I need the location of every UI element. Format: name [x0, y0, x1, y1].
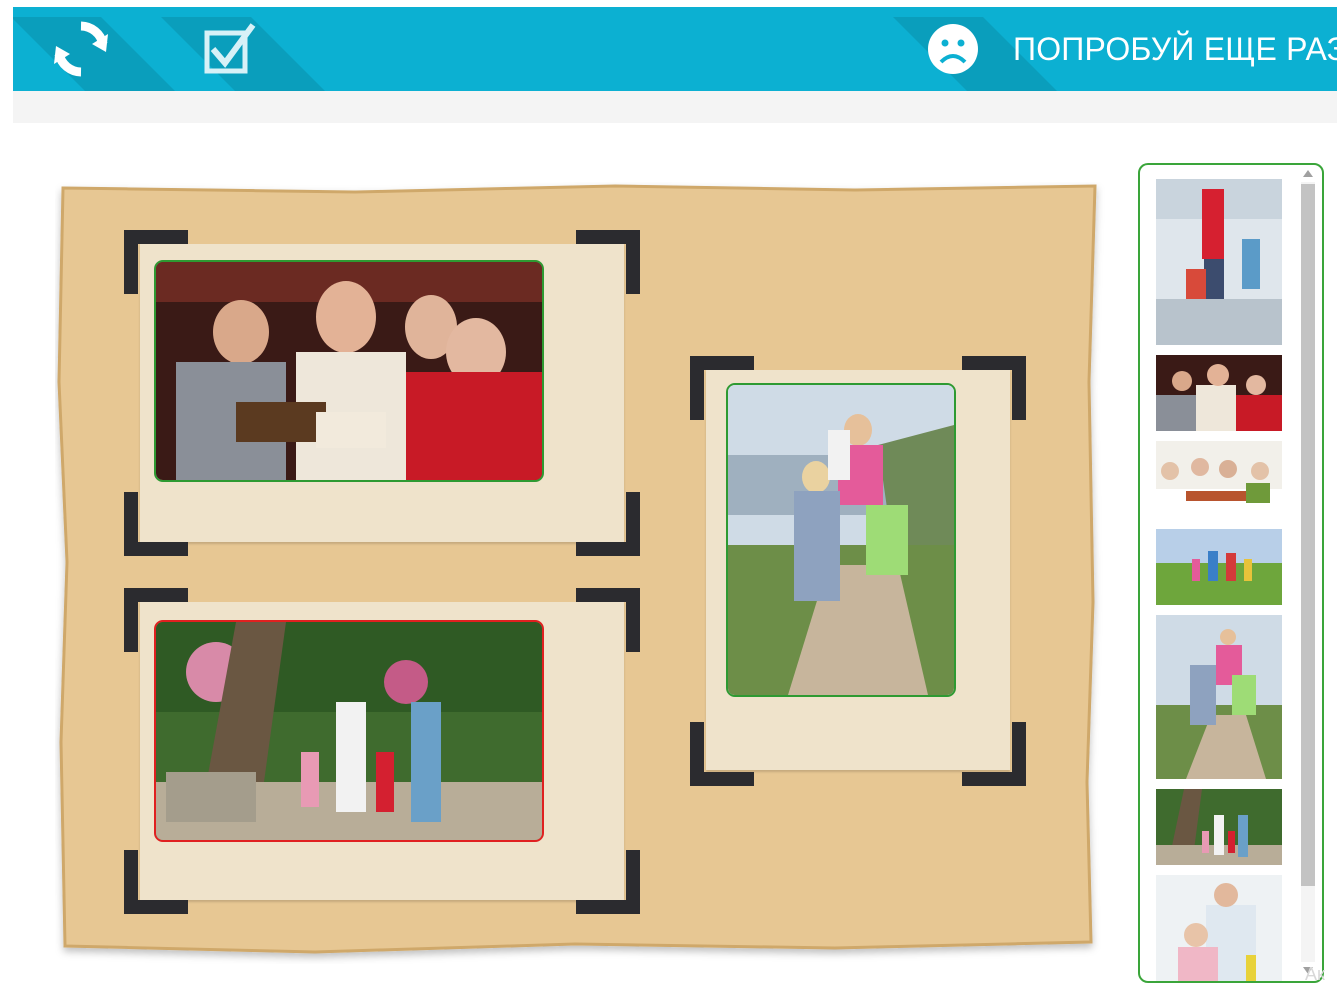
scroll-thumb[interactable]	[1301, 184, 1315, 886]
scroll-up-arrow-icon[interactable]	[1303, 170, 1313, 177]
thumb-family-dinner[interactable]	[1156, 441, 1282, 519]
photo-slot-3[interactable]	[690, 356, 1026, 786]
sad-face-icon	[928, 24, 978, 74]
thumb-family-park[interactable]	[1156, 789, 1282, 865]
check-button[interactable]	[161, 7, 351, 91]
status-face	[893, 7, 1083, 91]
panel-scrollbar[interactable]	[1298, 168, 1318, 976]
thumb-father-daughter-kitchen[interactable]	[1156, 875, 1282, 981]
status-message: ПОПРОБУЙ ЕЩЕ РАЗ!	[1013, 31, 1337, 67]
placed-photo-family-reading[interactable]	[154, 260, 544, 482]
refresh-button[interactable]	[13, 7, 201, 91]
photo-slot-1[interactable]	[124, 230, 640, 556]
thumb-family-hiking[interactable]	[1156, 615, 1282, 779]
subbar	[13, 91, 1337, 123]
toolbar: ПОПРОБУЙ ЕЩЕ РАЗ!	[13, 7, 1337, 91]
photo-panel	[1138, 163, 1324, 983]
placed-photo-family-hiking[interactable]	[726, 383, 956, 697]
thumb-family-running[interactable]	[1156, 529, 1282, 605]
thumb-mother-children-shopping[interactable]	[1156, 179, 1282, 345]
photo-slot-2[interactable]	[124, 588, 640, 914]
checkbox-icon	[204, 23, 256, 74]
thumb-family-reading[interactable]	[1156, 355, 1282, 431]
placed-photo-family-park[interactable]	[154, 620, 544, 842]
refresh-icon	[54, 21, 108, 77]
